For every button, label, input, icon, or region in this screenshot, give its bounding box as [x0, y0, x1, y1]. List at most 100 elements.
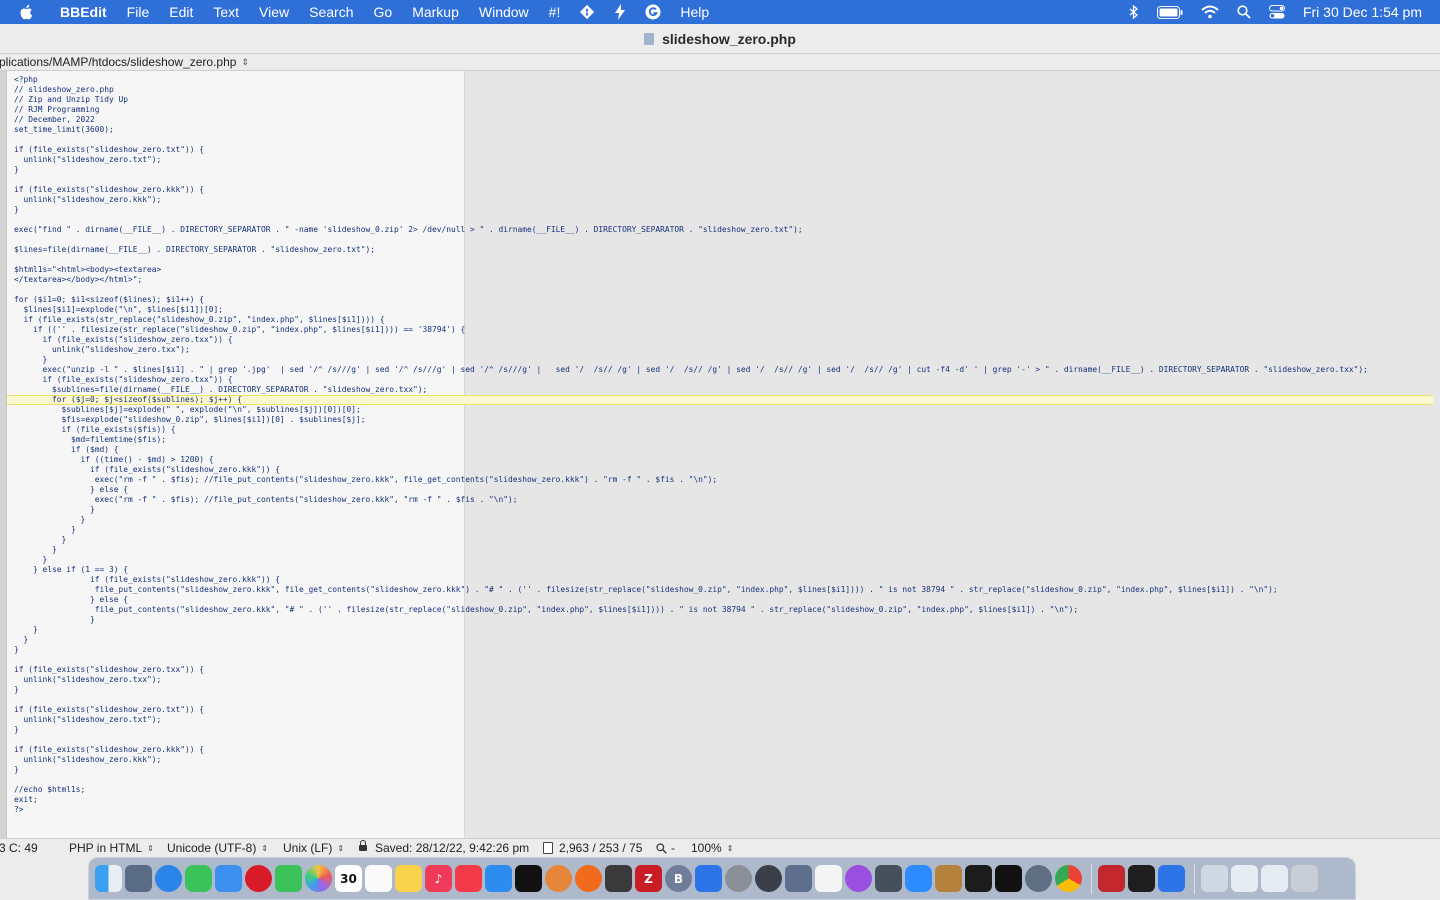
code-line[interactable]: } else { [14, 595, 1433, 605]
code-line[interactable]: } [14, 615, 1433, 625]
code-line[interactable]: $lines[$i1]=explode("\n", $lines[$i1])[0… [14, 305, 1433, 315]
code-line[interactable]: $html1s="<html><body><textarea> [14, 265, 1433, 275]
code-line[interactable]: if (file_exists("slideshow_zero.txt")) { [14, 705, 1433, 715]
utility-app-icon[interactable] [545, 865, 572, 892]
code-line[interactable]: } [14, 635, 1433, 645]
menu-app-name[interactable]: BBEdit [50, 4, 117, 20]
code-line[interactable] [14, 655, 1433, 665]
code-line[interactable]: } [14, 205, 1433, 215]
code-line[interactable] [14, 285, 1433, 295]
grammarly-menu-icon[interactable] [636, 4, 670, 20]
code-line[interactable]: if ($md) { [14, 445, 1433, 455]
code-line[interactable]: // Zip and Unzip Tidy Up [14, 95, 1433, 105]
filezilla-icon[interactable]: Z [635, 865, 662, 892]
code-line[interactable]: } else if (1 == 3) { [14, 565, 1433, 575]
quicktime-icon[interactable] [1025, 865, 1052, 892]
photos-icon[interactable] [305, 865, 332, 892]
facetime-icon[interactable] [275, 865, 302, 892]
menu-edit[interactable]: Edit [159, 4, 203, 20]
code-line[interactable]: } [14, 545, 1433, 555]
podcasts-icon[interactable] [845, 865, 872, 892]
code-line[interactable]: unlink("slideshow_zero.kkk"); [14, 195, 1433, 205]
code-line[interactable]: exec("find " . dirname(__FILE__) . DIREC… [14, 225, 1433, 235]
menu-file[interactable]: File [117, 4, 160, 20]
code-line[interactable]: if (file_exists("slideshow_zero.txx")) { [14, 665, 1433, 675]
zoom-minus[interactable]: - [671, 841, 675, 855]
battery-icon[interactable] [1156, 5, 1183, 19]
news-icon[interactable] [455, 865, 482, 892]
document-counts[interactable]: 2,963 / 253 / 75 [559, 841, 656, 855]
code-line[interactable]: //echo $html1s; [14, 785, 1433, 795]
code-text[interactable]: <?php// slideshow_zero.php// Zip and Unz… [7, 75, 1433, 815]
menu-text[interactable]: Text [203, 4, 249, 20]
text-editor[interactable]: <?php// slideshow_zero.php// Zip and Unz… [0, 71, 1440, 838]
code-line[interactable]: if (file_exists("slideshow_zero.kkk")) { [14, 575, 1433, 585]
code-line[interactable]: unlink("slideshow_zero.txt"); [14, 155, 1433, 165]
menu-window[interactable]: Window [469, 4, 539, 20]
code-line[interactable]: unlink("slideshow_zero.txx"); [14, 345, 1433, 355]
apple-tv-icon[interactable] [515, 865, 542, 892]
menu-search[interactable]: Search [299, 4, 363, 20]
textedit-icon[interactable] [815, 865, 842, 892]
menu-go[interactable]: Go [364, 4, 403, 20]
chrome-icon[interactable] [1055, 865, 1082, 892]
code-line[interactable]: // slideshow_zero.php [14, 85, 1433, 95]
terminal-icon[interactable] [965, 865, 992, 892]
documents-stack-icon[interactable] [1261, 865, 1288, 892]
code-line[interactable]: for ($i1=0; $i1<sizeof($lines); $i1++) { [14, 295, 1433, 305]
code-line[interactable]: if (file_exists("slideshow_zero.kkk")) { [14, 465, 1433, 475]
code-line[interactable]: if (file_exists("slideshow_zero.kkk")) { [14, 185, 1433, 195]
code-line[interactable]: exit; [14, 795, 1433, 805]
sequel-ace-icon[interactable] [755, 865, 782, 892]
wifi-icon[interactable] [1201, 5, 1219, 19]
downloads-stack-icon[interactable] [1201, 865, 1228, 892]
code-line[interactable]: if (file_exists("slideshow_zero.txx")) { [14, 335, 1433, 345]
code-line[interactable]: file_put_contents("slideshow_zero.kkk", … [14, 585, 1433, 595]
code-line[interactable]: </textarea></body></html>"; [14, 275, 1433, 285]
preview-icon[interactable] [785, 865, 812, 892]
firefox-icon[interactable] [575, 865, 602, 892]
apple-menu-icon[interactable] [18, 3, 36, 21]
code-line[interactable]: file_put_contents("slideshow_zero.kkk", … [14, 605, 1433, 615]
code-line[interactable]: if (file_exists("slideshow_zero.txx")) { [14, 375, 1433, 385]
code-line[interactable]: $fis=explode("slideshow_0.zip", $lines[$… [14, 415, 1433, 425]
code-line[interactable]: } [14, 725, 1433, 735]
code-line[interactable]: } [14, 515, 1433, 525]
cursor-position[interactable]: 3 C: 49 [0, 841, 69, 855]
code-line[interactable]: ?> [14, 805, 1433, 815]
code-line[interactable]: unlink("slideshow_zero.txt"); [14, 715, 1433, 725]
code-line[interactable]: set_time_limit(3600); [14, 125, 1433, 135]
code-line[interactable] [14, 175, 1433, 185]
system-preferences-icon[interactable] [725, 865, 752, 892]
xcode-icon[interactable] [695, 865, 722, 892]
encoding-popup[interactable]: Unicode (UTF-8) ⇕ [167, 841, 283, 855]
menu-markup[interactable]: Markup [402, 4, 469, 20]
file-path-popup[interactable]: plications/MAMP/htdocs/slideshow_zero.ph… [0, 55, 236, 69]
code-line[interactable]: $md=filemtime($fis); [14, 435, 1433, 445]
bluetooth-icon[interactable] [1129, 4, 1139, 20]
code-line[interactable] [14, 775, 1433, 785]
code-line[interactable]: exec("rm -f " . $fis); //file_put_conten… [14, 495, 1433, 505]
reminders-icon[interactable] [365, 865, 392, 892]
code-line[interactable]: } [14, 645, 1433, 655]
calendar-icon[interactable]: 30 [335, 865, 362, 892]
spotlight-search-icon[interactable] [1237, 5, 1251, 19]
code-line[interactable]: } [14, 625, 1433, 635]
code-line[interactable] [14, 735, 1433, 745]
console-icon[interactable] [1128, 865, 1155, 892]
opera-icon[interactable] [245, 865, 272, 892]
code-line[interactable]: if (file_exists("slideshow_zero.kkk")) { [14, 745, 1433, 755]
code-line[interactable] [14, 235, 1433, 245]
code-line[interactable]: exec("unzip -l " . $lines[$i1] . " | gre… [14, 365, 1433, 375]
messages-icon[interactable] [185, 865, 212, 892]
code-line[interactable]: for ($j=0; $j<sizeof($sublines); $j++) { [7, 395, 1433, 405]
zoom-control[interactable]: - [656, 841, 691, 855]
bbedit-icon[interactable]: B [665, 865, 692, 892]
code-line[interactable]: } [14, 535, 1433, 545]
code-line[interactable]: } [14, 555, 1433, 565]
line-endings-popup[interactable]: Unix (LF) ⇕ [283, 841, 359, 855]
notes-icon[interactable] [395, 865, 422, 892]
music-icon[interactable]: ♪ [425, 865, 452, 892]
code-line[interactable]: unlink("slideshow_zero.txx"); [14, 675, 1433, 685]
calculator-icon[interactable] [605, 865, 632, 892]
